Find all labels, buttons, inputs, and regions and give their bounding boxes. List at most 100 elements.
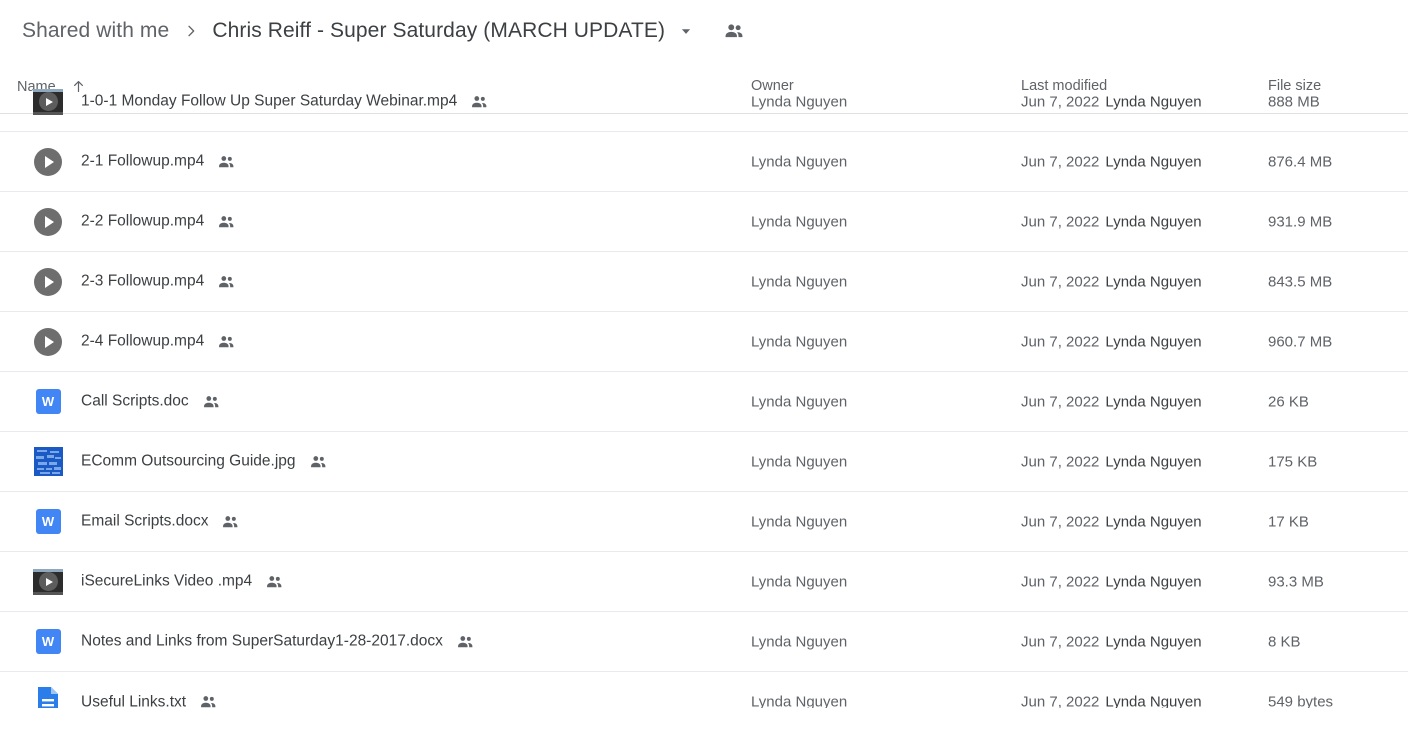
file-owner-cell: Lynda Nguyen [751, 453, 848, 470]
file-name-label: 2-2 Followup.mp4 [81, 212, 205, 230]
file-type-icon [33, 147, 63, 177]
last-modified-date: Jun 7, 2022 [1021, 453, 1100, 470]
file-name-cell[interactable]: 1-0-1 Monday Follow Up Super Saturday We… [81, 92, 489, 111]
file-type-icon [33, 567, 63, 597]
file-owner-cell: Lynda Nguyen [751, 93, 848, 110]
last-modified-by: Lynda Nguyen [1105, 333, 1202, 350]
table-row[interactable]: W Notes and Links from SuperSaturday1-28-… [0, 612, 1408, 672]
file-name-cell[interactable]: iSecureLinks Video .mp4 [81, 572, 284, 591]
file-name-cell[interactable]: 2-2 Followup.mp4 [81, 212, 236, 231]
file-name-label: 2-4 Followup.mp4 [81, 332, 205, 350]
last-modified-by: Lynda Nguyen [1105, 633, 1202, 650]
table-row[interactable]: EComm Outsourcing Guide.jpg Lynda Nguyen J… [0, 432, 1408, 492]
video-play-icon [34, 147, 62, 176]
file-type-icon [33, 267, 63, 297]
table-row[interactable]: 2-4 Followup.mp4 Lynda Nguyen Jun 7, 2022 L… [0, 312, 1408, 372]
file-type-icon: W [33, 387, 63, 417]
file-size-cell: 549 bytes [1268, 693, 1334, 709]
word-document-icon: W [35, 389, 61, 414]
file-owner-cell: Lynda Nguyen [751, 393, 848, 410]
file-last-modified-cell: Jun 7, 2022 Lynda Nguyen [1021, 153, 1202, 170]
file-name-label: 2-1 Followup.mp4 [81, 152, 205, 170]
breadcrumb: Shared with me Chris Reiff - Super Satur… [0, 0, 1408, 62]
last-modified-date: Jun 7, 2022 [1021, 153, 1100, 170]
last-modified-by: Lynda Nguyen [1105, 573, 1202, 590]
file-type-icon [33, 87, 63, 117]
file-last-modified-cell: Jun 7, 2022 Lynda Nguyen [1021, 513, 1202, 530]
file-list[interactable]: 1-0-1 Monday Follow Up Super Saturday We… [0, 72, 1408, 708]
file-name-cell[interactable]: 2-3 Followup.mp4 [81, 272, 236, 291]
last-modified-by: Lynda Nguyen [1105, 453, 1202, 470]
file-name-cell[interactable]: Email Scripts.docx [81, 512, 240, 531]
last-modified-by: Lynda Nguyen [1105, 693, 1202, 709]
people-icon [470, 92, 489, 111]
text-document-icon [36, 686, 60, 708]
file-name-cell[interactable]: Useful Links.txt [81, 693, 218, 708]
file-size-cell: 93.3 MB [1268, 573, 1324, 590]
people-icon [309, 452, 328, 471]
file-size-cell: 26 KB [1268, 393, 1309, 410]
file-type-icon [33, 686, 63, 708]
file-size-cell: 960.7 MB [1268, 333, 1333, 350]
last-modified-date: Jun 7, 2022 [1021, 93, 1100, 110]
video-thumbnail-icon [33, 88, 63, 115]
file-name-label: Call Scripts.doc [81, 392, 189, 410]
table-row[interactable]: iSecureLinks Video .mp4 Lynda Nguyen Jun 7… [0, 552, 1408, 612]
triangle-down-icon[interactable] [679, 24, 693, 38]
people-icon [265, 572, 284, 591]
last-modified-date: Jun 7, 2022 [1021, 333, 1100, 350]
last-modified-by: Lynda Nguyen [1105, 513, 1202, 530]
people-icon [217, 152, 236, 171]
table-row[interactable]: Useful Links.txt Lynda Nguyen Jun 7, 2022 L… [0, 672, 1408, 708]
table-row[interactable]: 2-2 Followup.mp4 Lynda Nguyen Jun 7, 2022 L… [0, 192, 1408, 252]
file-owner-cell: Lynda Nguyen [751, 693, 848, 709]
file-name-label: Notes and Links from SuperSaturday1-28-2… [81, 632, 443, 650]
word-document-icon: W [35, 509, 61, 534]
breadcrumb-root-link[interactable]: Shared with me [22, 19, 169, 43]
last-modified-date: Jun 7, 2022 [1021, 213, 1100, 230]
file-type-icon: W [33, 507, 63, 537]
breadcrumb-current-folder[interactable]: Chris Reiff - Super Saturday (MARCH UPDA… [212, 19, 665, 43]
file-name-cell[interactable]: Call Scripts.doc [81, 392, 221, 411]
table-row[interactable]: 2-3 Followup.mp4 Lynda Nguyen Jun 7, 2022 L… [0, 252, 1408, 312]
last-modified-date: Jun 7, 2022 [1021, 573, 1100, 590]
file-size-cell: 843.5 MB [1268, 273, 1333, 290]
table-row[interactable]: W Call Scripts.doc Lynda Nguyen Jun 7, 2022… [0, 372, 1408, 432]
file-name-label: Email Scripts.docx [81, 512, 209, 530]
people-icon [217, 332, 236, 351]
file-size-cell: 876.4 MB [1268, 153, 1333, 170]
file-name-label: iSecureLinks Video .mp4 [81, 572, 253, 590]
file-last-modified-cell: Jun 7, 2022 Lynda Nguyen [1021, 573, 1202, 590]
table-row[interactable]: 1-0-1 Monday Follow Up Super Saturday We… [0, 72, 1408, 132]
last-modified-by: Lynda Nguyen [1105, 273, 1202, 290]
file-last-modified-cell: Jun 7, 2022 Lynda Nguyen [1021, 633, 1202, 650]
last-modified-date: Jun 7, 2022 [1021, 633, 1100, 650]
table-row[interactable]: 2-1 Followup.mp4 Lynda Nguyen Jun 7, 2022 L… [0, 132, 1408, 192]
file-last-modified-cell: Jun 7, 2022 Lynda Nguyen [1021, 453, 1202, 470]
video-play-icon [34, 327, 62, 356]
file-name-cell[interactable]: 2-1 Followup.mp4 [81, 152, 236, 171]
last-modified-date: Jun 7, 2022 [1021, 513, 1100, 530]
chevron-right-icon [183, 23, 199, 39]
file-owner-cell: Lynda Nguyen [751, 333, 848, 350]
file-type-icon: W [33, 627, 63, 657]
file-name-cell[interactable]: Notes and Links from SuperSaturday1-28-2… [81, 632, 475, 651]
file-last-modified-cell: Jun 7, 2022 Lynda Nguyen [1021, 393, 1202, 410]
video-play-icon [34, 267, 62, 296]
people-icon [217, 212, 236, 231]
file-last-modified-cell: Jun 7, 2022 Lynda Nguyen [1021, 273, 1202, 290]
word-document-icon: W [35, 629, 61, 654]
file-name-cell[interactable]: 2-4 Followup.mp4 [81, 332, 236, 351]
file-owner-cell: Lynda Nguyen [751, 273, 848, 290]
people-icon [221, 512, 240, 531]
file-name-cell[interactable]: EComm Outsourcing Guide.jpg [81, 452, 328, 471]
last-modified-by: Lynda Nguyen [1105, 393, 1202, 410]
file-size-cell: 931.9 MB [1268, 213, 1333, 230]
last-modified-date: Jun 7, 2022 [1021, 693, 1100, 709]
people-icon [456, 632, 475, 651]
file-size-cell: 8 KB [1268, 633, 1301, 650]
table-row[interactable]: W Email Scripts.docx Lynda Nguyen Jun 7, 20… [0, 492, 1408, 552]
file-owner-cell: Lynda Nguyen [751, 153, 848, 170]
last-modified-date: Jun 7, 2022 [1021, 393, 1100, 410]
file-type-icon [33, 447, 63, 477]
